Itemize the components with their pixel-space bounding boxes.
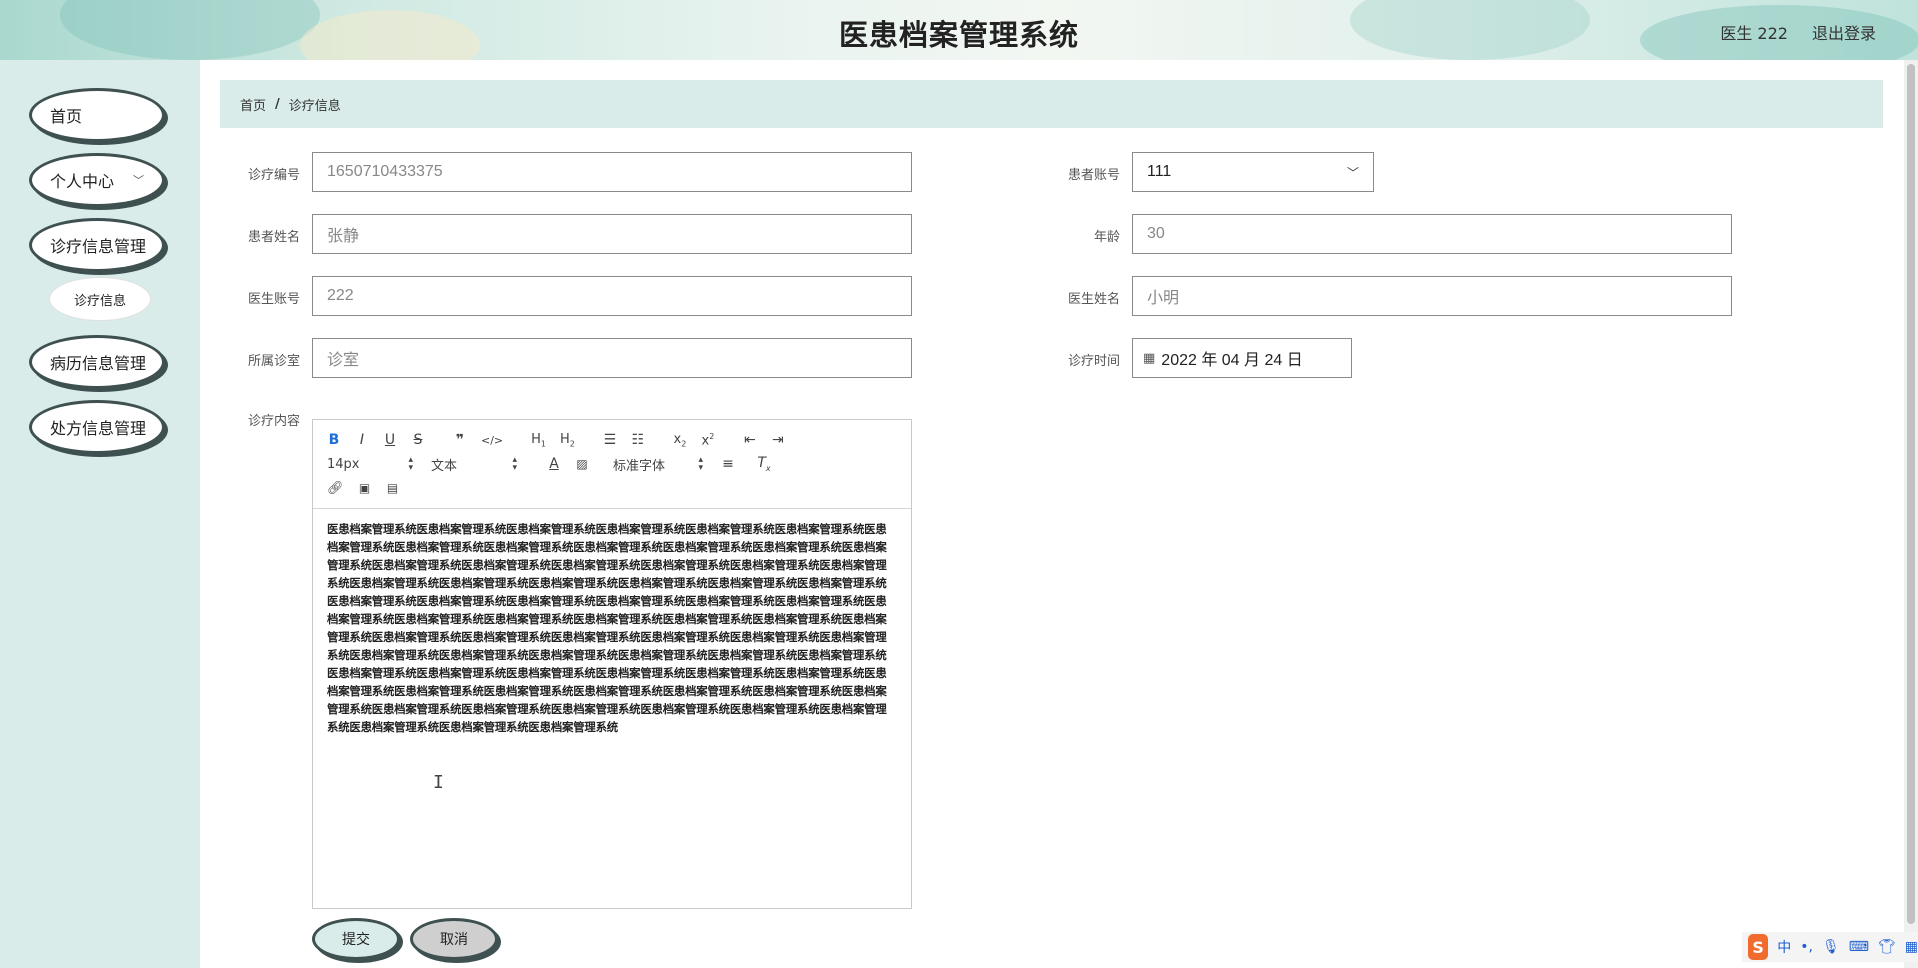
heading-1-icon[interactable]: H1 <box>531 432 546 449</box>
sidebar-item-label: 个人中心 <box>50 172 115 191</box>
font-size-value: 14px <box>327 456 360 472</box>
breadcrumb-home[interactable]: 首页 <box>240 95 266 114</box>
header-user-area: 医生 222 退出登录 <box>1720 20 1876 44</box>
doctor-account-input[interactable]: 222 <box>312 276 912 316</box>
superscript-icon[interactable]: x2 <box>701 432 715 448</box>
font-family-value: 标准字体 <box>613 458 666 474</box>
doctor-account-label: 医生账号 <box>247 292 300 307</box>
strike-icon[interactable]: S <box>411 432 425 448</box>
doctor-name-value: 小明 <box>1147 290 1180 307</box>
scrollbar-thumb[interactable] <box>1907 64 1915 924</box>
font-size-select[interactable]: 14px ▴ ▾ <box>327 455 413 473</box>
ime-language[interactable]: 中 <box>1777 937 1791 957</box>
bullet-list-icon[interactable]: ☷ <box>631 432 645 448</box>
editor-toolbar: B I U S ❞ </> H1 H2 ☰ ☷ x2 x2 ⇤ ⇥ 14px ▴… <box>313 420 911 509</box>
sidebar-item-record-management[interactable]: 病历信息管理 <box>29 335 165 389</box>
ime-logo-icon[interactable]: S <box>1748 934 1769 960</box>
sidebar-item-home[interactable]: 首页 <box>29 88 165 142</box>
patient-name-label: 患者姓名 <box>247 230 300 245</box>
align-icon[interactable]: ≡ <box>721 456 735 472</box>
submit-button[interactable]: 提交 <box>312 918 400 960</box>
visit-time-value: 2022 年 04 月 24 日 <box>1161 352 1303 369</box>
outdent-icon[interactable]: ⇤ <box>743 432 757 448</box>
calendar-icon: ▦ <box>1143 350 1156 365</box>
code-block-icon[interactable]: </> <box>481 434 503 447</box>
sidebar-item-label: 首页 <box>50 107 83 126</box>
doctor-name-label: 医生姓名 <box>1067 292 1120 307</box>
clinic-label: 所属诊室 <box>247 354 300 369</box>
sidebar-item-label: 处方信息管理 <box>50 419 147 438</box>
select-arrow-icon: ▴ ▾ <box>698 455 703 473</box>
sidebar-item-label: 诊疗信息 <box>73 293 126 309</box>
breadcrumb-separator: / <box>275 96 280 112</box>
patient-account-label: 患者账号 <box>1067 168 1120 183</box>
current-user: 医生 222 <box>1720 24 1788 43</box>
italic-icon[interactable]: I <box>355 432 369 448</box>
doctor-name-input[interactable]: 小明 <box>1132 276 1732 316</box>
patient-name-input[interactable]: 张静 <box>312 214 912 254</box>
font-family-select[interactable]: 标准字体 ▴ ▾ <box>613 455 703 474</box>
patient-name-value: 张静 <box>327 228 360 245</box>
header-select[interactable]: 文本 ▴ ▾ <box>431 455 517 474</box>
indent-icon[interactable]: ⇥ <box>771 432 785 448</box>
sidebar-item-label: 诊疗信息管理 <box>50 237 147 256</box>
keyboard-icon[interactable]: ⌨ <box>1849 939 1869 955</box>
sidebar-subitem-visit-info[interactable]: 诊疗信息 <box>50 278 150 320</box>
content-editor[interactable]: B I U S ❞ </> H1 H2 ☰ ☷ x2 x2 ⇤ ⇥ 14px ▴… <box>312 419 912 909</box>
patient-account-value: 111 <box>1147 163 1172 180</box>
sidebar-item-personal-center[interactable]: 个人中心 ﹀ <box>29 153 165 207</box>
image-icon[interactable]: ▣ <box>358 481 372 495</box>
cancel-button[interactable]: 取消 <box>410 918 498 960</box>
visit-time-picker[interactable]: ▦ 2022 年 04 月 24 日 <box>1132 338 1352 378</box>
sidebar-item-prescription-management[interactable]: 处方信息管理 <box>29 400 165 454</box>
microphone-icon[interactable]: 🎙︎ <box>1822 939 1840 955</box>
ime-toolbar: S 中 •, 🎙︎ ⌨ 👕︎ ▦ <box>1742 932 1918 962</box>
sidebar-item-visit-management[interactable]: 诊疗信息管理 <box>29 218 165 272</box>
font-color-icon[interactable]: A <box>547 456 561 472</box>
skin-icon[interactable]: 👕︎ <box>1878 939 1896 955</box>
doctor-account-value: 222 <box>327 287 354 304</box>
ordered-list-icon[interactable]: ☰ <box>603 432 617 448</box>
logout-link[interactable]: 退出登录 <box>1812 20 1876 44</box>
text-cursor-icon: I <box>433 772 444 793</box>
visit-time-label: 诊疗时间 <box>1067 354 1120 369</box>
visit-no-label: 诊疗编号 <box>247 168 300 183</box>
select-arrow-icon: ▴ ▾ <box>512 455 517 473</box>
breadcrumb-current: 诊疗信息 <box>288 98 341 114</box>
chevron-down-icon: ﹀ <box>1346 166 1359 180</box>
age-input[interactable]: 30 <box>1132 214 1732 254</box>
clear-format-icon[interactable]: Tx <box>757 455 771 473</box>
site-title: 医患档案管理系统 <box>838 18 1079 52</box>
clinic-value: 诊室 <box>327 352 360 369</box>
header-select-value: 文本 <box>431 458 458 474</box>
age-value: 30 <box>1147 225 1165 242</box>
background-color-icon[interactable]: ▨ <box>575 457 589 471</box>
video-icon[interactable]: ▤ <box>386 481 400 495</box>
grid-icon[interactable]: ▦ <box>1905 939 1918 955</box>
sidebar: 首页 个人中心 ﹀ 诊疗信息管理 诊疗信息 病历信息管理 处方信息管理 <box>0 60 200 968</box>
chevron-down-icon: ﹀ <box>133 174 144 187</box>
link-icon[interactable]: 🔗︎ <box>327 481 344 496</box>
select-arrow-icon: ▴ ▾ <box>408 455 413 473</box>
subscript-icon[interactable]: x2 <box>673 432 687 449</box>
age-label: 年龄 <box>1093 230 1120 245</box>
underline-icon[interactable]: U <box>383 432 397 448</box>
breadcrumb: 首页 / 诊疗信息 <box>220 80 1883 128</box>
visit-no-value: 1650710433375 <box>327 163 443 180</box>
patient-account-select[interactable]: 111 ﹀ <box>1132 152 1374 192</box>
editor-content: 医患档案管理系统医患档案管理系统医患档案管理系统医患档案管理系统医患档案管理系统… <box>327 522 887 734</box>
content-label: 诊疗内容 <box>247 414 300 429</box>
clinic-input[interactable]: 诊室 <box>312 338 912 378</box>
blockquote-icon[interactable]: ❞ <box>453 432 467 448</box>
bold-icon[interactable]: B <box>327 432 341 448</box>
ime-punctuation[interactable]: •, <box>1800 939 1813 955</box>
page-scrollbar[interactable] <box>1904 60 1918 968</box>
visit-no-input[interactable]: 1650710433375 <box>312 152 912 192</box>
sidebar-item-label: 病历信息管理 <box>50 354 147 373</box>
app-header: 医患档案管理系统 医生 222 退出登录 <box>0 0 1918 60</box>
heading-2-icon[interactable]: H2 <box>560 432 575 449</box>
